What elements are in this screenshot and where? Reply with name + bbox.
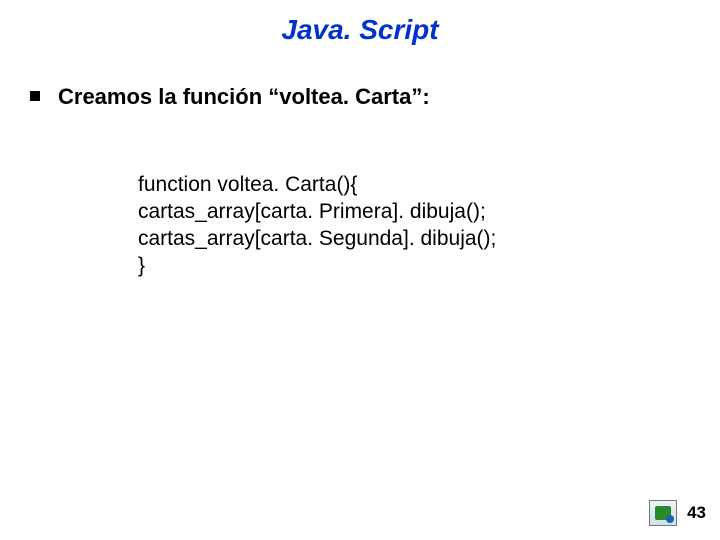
bullet-text: Creamos la función “voltea. Carta”: <box>58 84 430 110</box>
slide-footer: 43 <box>649 500 706 526</box>
code-line: cartas_array[carta. Primera]. dibuja(); <box>138 199 720 226</box>
bullet-item: Creamos la función “voltea. Carta”: <box>30 84 720 110</box>
bullet-square-icon <box>30 91 40 101</box>
presentation-logo-icon <box>649 500 677 526</box>
slide-title: Java. Script <box>0 0 720 46</box>
page-number: 43 <box>687 503 706 523</box>
code-line: function voltea. Carta(){ <box>138 172 720 199</box>
code-line: cartas_array[carta. Segunda]. dibuja(); <box>138 226 720 253</box>
code-block: function voltea. Carta(){ cartas_array[c… <box>138 172 720 280</box>
code-line: } <box>138 253 720 280</box>
